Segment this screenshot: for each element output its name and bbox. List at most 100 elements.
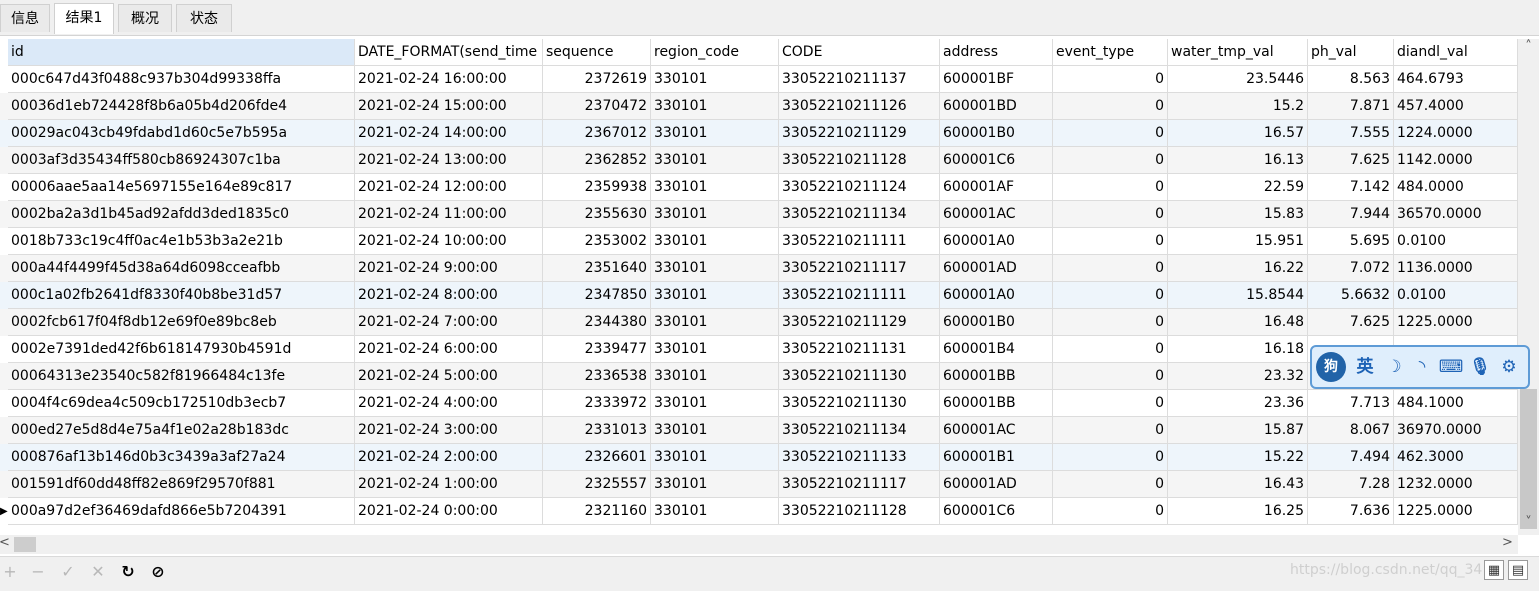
form-view-icon[interactable]: ▤: [1508, 560, 1528, 580]
table-cell[interactable]: 2021-02-24 15:00:00: [355, 93, 543, 120]
table-cell[interactable]: 0018b733c19c4ff0ac4e1b53b3a2e21b: [8, 228, 355, 255]
scroll-left-arrow[interactable]: <: [0, 535, 15, 550]
table-cell[interactable]: 7.713: [1308, 390, 1394, 417]
table-cell[interactable]: 7.944: [1308, 201, 1394, 228]
table-cell[interactable]: 001591df60dd48ff82e869f29570f881: [8, 471, 355, 498]
table-cell[interactable]: 16.22: [1168, 255, 1308, 282]
table-cell[interactable]: 0003af3d35434ff580cb86924307c1ba: [8, 147, 355, 174]
table-cell[interactable]: 457.4000: [1394, 93, 1518, 120]
table-cell[interactable]: 600001C6: [940, 147, 1053, 174]
table-cell[interactable]: 15.83: [1168, 201, 1308, 228]
column-header-address[interactable]: address: [940, 39, 1053, 66]
table-cell[interactable]: 5.695: [1308, 228, 1394, 255]
tab-status[interactable]: 状态: [176, 4, 232, 32]
add-record-button[interactable]: +: [0, 562, 20, 582]
table-cell[interactable]: 0.0100: [1394, 228, 1518, 255]
column-header-diandl-val[interactable]: diandl_val: [1394, 39, 1518, 66]
table-cell[interactable]: 8.067: [1308, 417, 1394, 444]
table-cell[interactable]: 33052210211129: [779, 309, 940, 336]
table-cell[interactable]: 1136.0000: [1394, 255, 1518, 282]
refresh-button[interactable]: ↻: [118, 562, 138, 582]
table-cell[interactable]: 462.3000: [1394, 444, 1518, 471]
table-cell[interactable]: 600001A0: [940, 228, 1053, 255]
table-cell[interactable]: 600001BD: [940, 93, 1053, 120]
table-cell[interactable]: 2021-02-24 3:00:00: [355, 417, 543, 444]
table-cell[interactable]: 600001A0: [940, 282, 1053, 309]
scroll-down-arrow[interactable]: ˅: [1518, 515, 1539, 530]
table-cell[interactable]: 2021-02-24 1:00:00: [355, 471, 543, 498]
table-cell[interactable]: 2333972: [543, 390, 651, 417]
column-header-ph-val[interactable]: ph_val: [1308, 39, 1394, 66]
table-cell[interactable]: 2325557: [543, 471, 651, 498]
table-cell[interactable]: 2021-02-24 10:00:00: [355, 228, 543, 255]
table-cell[interactable]: 600001AD: [940, 471, 1053, 498]
table-cell[interactable]: 2336538: [543, 363, 651, 390]
table-cell[interactable]: 1232.0000: [1394, 471, 1518, 498]
moon-icon[interactable]: ☽: [1382, 354, 1406, 380]
table-cell[interactable]: 0002fcb617f04f8db12e69f0e89bc8eb: [8, 309, 355, 336]
table-cell[interactable]: 33052210211117: [779, 255, 940, 282]
tab-overview[interactable]: 概况: [118, 4, 172, 32]
table-row[interactable]: 00064313e23540c582f81966484c13fe 2021-02-…: [0, 363, 1518, 390]
table-cell[interactable]: 0: [1053, 309, 1168, 336]
table-cell[interactable]: 0: [1053, 336, 1168, 363]
table-cell[interactable]: 7.28: [1308, 471, 1394, 498]
table-cell[interactable]: 15.22: [1168, 444, 1308, 471]
table-cell[interactable]: 23.5446: [1168, 66, 1308, 93]
table-cell[interactable]: 600001BB: [940, 363, 1053, 390]
table-cell[interactable]: 600001AD: [940, 255, 1053, 282]
table-cell[interactable]: 16.43: [1168, 471, 1308, 498]
table-cell[interactable]: 15.2: [1168, 93, 1308, 120]
table-cell[interactable]: 33052210211126: [779, 93, 940, 120]
table-cell[interactable]: 0.0100: [1394, 282, 1518, 309]
table-cell[interactable]: 33052210211117: [779, 471, 940, 498]
table-cell[interactable]: 330101: [651, 282, 779, 309]
apply-changes-button[interactable]: ✓: [58, 562, 78, 582]
table-cell[interactable]: 0002ba2a3d1b45ad92afdd3ded1835c0: [8, 201, 355, 228]
table-cell[interactable]: 33052210211129: [779, 120, 940, 147]
table-cell[interactable]: 16.13: [1168, 147, 1308, 174]
table-cell[interactable]: 464.6793: [1394, 66, 1518, 93]
table-cell[interactable]: 600001AF: [940, 174, 1053, 201]
table-cell[interactable]: 36570.0000: [1394, 201, 1518, 228]
table-cell[interactable]: 7.636: [1308, 498, 1394, 525]
table-cell[interactable]: 2021-02-24 11:00:00: [355, 201, 543, 228]
table-cell[interactable]: 1142.0000: [1394, 147, 1518, 174]
table-cell[interactable]: 330101: [651, 120, 779, 147]
column-header-water-tmp-val[interactable]: water_tmp_val: [1168, 39, 1308, 66]
delete-record-button[interactable]: −: [28, 562, 48, 582]
table-cell[interactable]: 000a44f4499f45d38a64d6098cceafbb: [8, 255, 355, 282]
table-cell[interactable]: 33052210211131: [779, 336, 940, 363]
table-cell[interactable]: 7.072: [1308, 255, 1394, 282]
table-cell[interactable]: 15.8544: [1168, 282, 1308, 309]
table-cell[interactable]: 2326601: [543, 444, 651, 471]
table-cell[interactable]: 23.32: [1168, 363, 1308, 390]
table-row[interactable]: 000c647d43f0488c937b304d99338ffa 2021-02-…: [0, 66, 1518, 93]
column-header-sequence[interactable]: sequence: [543, 39, 651, 66]
table-cell[interactable]: 484.0000: [1394, 174, 1518, 201]
table-cell[interactable]: 330101: [651, 498, 779, 525]
table-cell[interactable]: 33052210211137: [779, 66, 940, 93]
table-cell[interactable]: 2339477: [543, 336, 651, 363]
scroll-up-arrow[interactable]: ˄: [1518, 39, 1539, 54]
result-grid[interactable]: id DATE_FORMAT(send_time sequence region_co…: [0, 39, 1518, 535]
stop-button[interactable]: ⊘: [148, 562, 168, 582]
table-cell[interactable]: 330101: [651, 444, 779, 471]
vertical-scrollbar[interactable]: ˄ ˅: [1518, 39, 1539, 535]
table-cell[interactable]: 330101: [651, 201, 779, 228]
table-cell[interactable]: 33052210211128: [779, 498, 940, 525]
table-row[interactable]: 00029ac043cb49fdabd1d60c5e7b595a 2021-02-…: [0, 120, 1518, 147]
column-header-date-format-send-time[interactable]: DATE_FORMAT(send_time: [355, 39, 543, 66]
table-cell[interactable]: 0: [1053, 363, 1168, 390]
table-cell[interactable]: 2021-02-24 16:00:00: [355, 66, 543, 93]
table-cell[interactable]: 2353002: [543, 228, 651, 255]
table-cell[interactable]: 1225.0000: [1394, 309, 1518, 336]
table-cell[interactable]: 5.6632: [1308, 282, 1394, 309]
table-cell[interactable]: 0: [1053, 498, 1168, 525]
table-cell[interactable]: 2351640: [543, 255, 651, 282]
grid-view-icon[interactable]: ▦: [1484, 560, 1504, 580]
table-cell[interactable]: 0002e7391ded42f6b618147930b4591d: [8, 336, 355, 363]
table-cell[interactable]: 33052210211111: [779, 228, 940, 255]
table-cell[interactable]: 330101: [651, 471, 779, 498]
table-cell[interactable]: 600001B1: [940, 444, 1053, 471]
